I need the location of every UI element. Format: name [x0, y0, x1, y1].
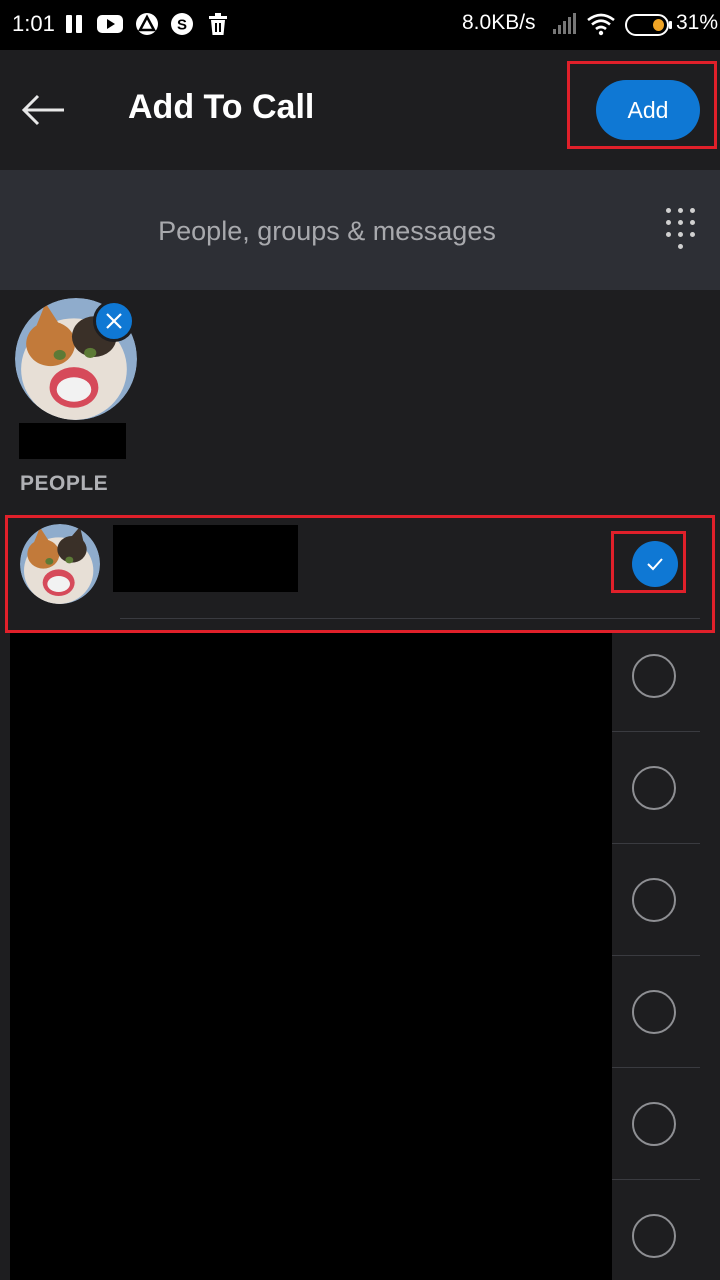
contact-checkbox-checked[interactable] — [632, 541, 678, 587]
search-bar — [0, 170, 720, 292]
row-divider — [612, 955, 700, 956]
row-divider — [612, 731, 700, 732]
battery-icon — [625, 14, 672, 36]
back-button[interactable] — [20, 88, 68, 132]
contact-checkbox[interactable] — [632, 990, 676, 1034]
status-time: 1:01 — [12, 11, 55, 36]
contact-checkbox[interactable] — [632, 766, 676, 810]
svg-text:S: S — [177, 17, 187, 34]
contact-checkbox[interactable] — [632, 1214, 676, 1258]
redacted-chip-name — [19, 423, 126, 459]
row-divider — [612, 843, 700, 844]
section-label-people: PEOPLE — [20, 472, 109, 495]
contact-checkbox[interactable] — [632, 878, 676, 922]
trash-icon — [209, 13, 227, 35]
add-button[interactable]: Add — [596, 80, 700, 140]
redacted-contact-name — [113, 525, 298, 592]
search-input[interactable] — [0, 170, 654, 292]
remove-chip-button[interactable] — [93, 300, 135, 342]
network-speed: 8.0KB/s — [462, 11, 536, 34]
redacted-contact-list — [10, 633, 612, 1280]
contact-checkbox[interactable] — [632, 654, 676, 698]
row-divider — [120, 618, 700, 619]
app-header: Add To Call Add — [0, 50, 720, 170]
page-title: Add To Call — [128, 88, 315, 126]
checkmark-icon — [647, 558, 663, 571]
wifi-icon — [587, 13, 615, 36]
status-bar: 1:01 S 8.0KB/s 31% — [0, 0, 720, 50]
battery-percent: 31% — [676, 11, 719, 34]
youtube-icon — [97, 15, 123, 33]
row-divider — [612, 1067, 700, 1068]
row-divider — [612, 1179, 700, 1180]
dialpad-button[interactable] — [660, 208, 700, 256]
contact-row[interactable] — [8, 518, 712, 630]
contact-avatar — [20, 524, 100, 604]
skype-icon: S — [171, 13, 193, 35]
contact-checkbox[interactable] — [632, 1102, 676, 1146]
selected-contact-chip[interactable] — [15, 298, 139, 422]
signal-icon — [553, 13, 576, 34]
pause-icon — [66, 15, 82, 33]
app-a-icon — [136, 13, 158, 35]
close-icon — [106, 313, 122, 329]
